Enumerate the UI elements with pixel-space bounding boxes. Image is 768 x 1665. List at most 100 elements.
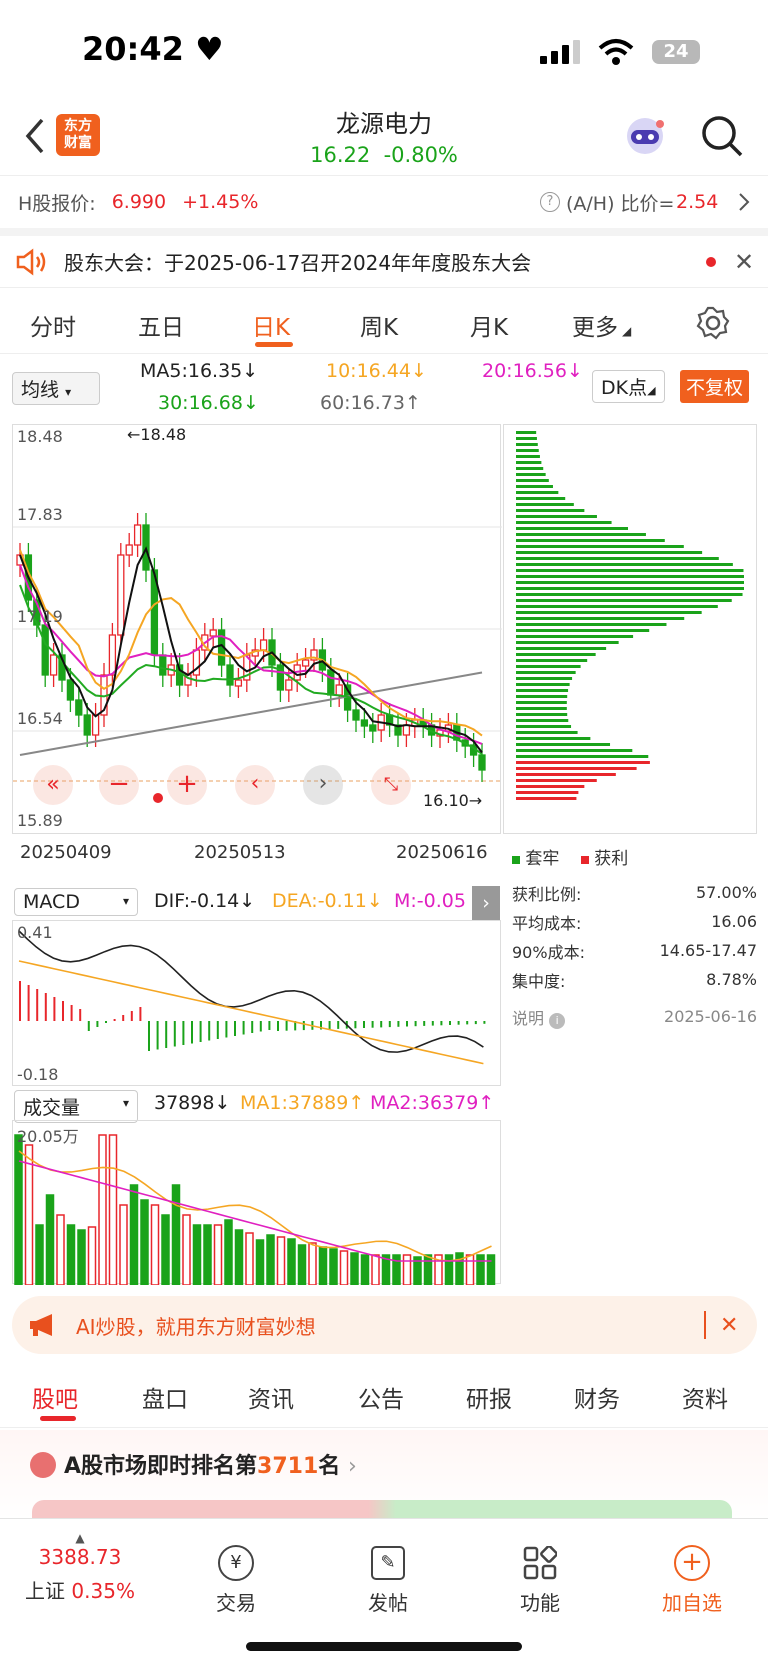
volume-bar [45,1194,55,1286]
macd-bar [380,1021,383,1028]
zoom-out-button[interactable]: − [99,765,139,805]
volume-bar [24,1144,34,1286]
chip-bar [516,599,732,602]
tab-yanbao[interactable]: 研报 [466,1380,512,1414]
y-label-4: 16.54 [17,709,63,728]
chip-bar [516,455,540,458]
robot-assistant-icon[interactable] [622,114,668,158]
tab-rik[interactable]: 日K [252,308,290,342]
macd-bar [173,1021,176,1047]
fullscreen-icon[interactable]: ⤡ [371,765,411,805]
volume-chart[interactable]: 20.05万 [12,1120,501,1286]
notice-text: 股东大会：于2025-06-17召开2024年年度股东大会 [64,251,532,275]
candle-body [301,659,310,667]
chevron-right-icon [739,193,750,211]
tab-gonggao[interactable]: 公告 [358,1380,404,1414]
dk-point-button[interactable]: DK点◢ [592,370,665,403]
chip-bars [516,431,744,800]
macd-bar [148,1021,150,1051]
nav-post[interactable]: ✎ 发帖 [328,1543,448,1616]
chip-bar [516,503,574,506]
prev-button[interactable]: ‹ [235,765,275,805]
tab-more[interactable]: 更多 ◢ [572,308,631,342]
macd-bar [96,1021,99,1027]
tab-caiwu[interactable]: 财务 [574,1380,620,1414]
settings-gear-icon[interactable] [696,306,730,340]
help-icon[interactable]: ? [540,192,560,212]
macd-bar [19,981,21,1021]
rank-bar [32,1500,732,1520]
candle-body [335,684,343,696]
close-icon[interactable]: ✕ [734,248,754,276]
fuquan-button[interactable]: 不复权 [680,370,750,403]
volume-selector[interactable]: 成交量 ▾ [14,1090,138,1123]
chip-bar [516,629,650,632]
candle-body [41,624,49,676]
macd-bar [130,1011,133,1021]
tab-fenshi[interactable]: 分时 [30,308,76,342]
chip-bar [516,737,591,740]
macd-bar [225,1021,228,1038]
unread-dot [706,256,716,267]
tab-wuri[interactable]: 五日 [138,308,184,342]
indicator-selector[interactable]: 均线 ▾ [12,372,100,405]
tab-zhouk[interactable]: 周K [360,308,398,342]
kline-chart[interactable]: 18.48 17.83 17.19 16.54 15.89 ←18.48 16.… [12,424,502,834]
meeting-notice[interactable]: 股东大会：于2025-06-17召开2024年年度股东大会 ✕ [0,228,768,288]
speaker-icon [16,248,46,275]
chip-bar [516,509,585,512]
volume-bar [119,1204,128,1286]
volume-bar [150,1204,160,1286]
nav-function[interactable]: 功能 [480,1543,600,1616]
scroll-left-fast-button[interactable]: « [33,765,73,805]
chip-bar [516,449,539,452]
macd-bar [337,1021,340,1029]
candle-body [91,714,100,736]
chip-bar [516,785,585,788]
tab-ziliao[interactable]: 资料 [682,1380,728,1414]
next-button[interactable]: › [303,765,343,805]
volume-bar [129,1184,139,1286]
macd-bar [414,1021,417,1027]
macd-bar [199,1021,202,1042]
hshare-row[interactable]: H股报价: 6.990 +1.45% ? (A/H) 比价= 2.54 [0,180,768,224]
note-row[interactable]: 说明 i 2025-06-16 [512,1002,757,1031]
macd-bar [27,985,30,1021]
volume-bar [77,1229,86,1286]
ai-banner[interactable]: AI炒股，就用东方财富妙想 ✕ [12,1296,757,1354]
tab-zixun[interactable]: 资讯 [248,1380,294,1414]
market-rank-row[interactable]: A股市场即时排名第3711名 › [0,1430,768,1520]
macd-bar [44,993,47,1021]
expand-arrow-icon[interactable]: › [472,886,500,920]
macd-bar [388,1021,391,1028]
tab-pankou[interactable]: 盘口 [142,1380,188,1414]
macd-bar [216,1021,219,1039]
stat-row: 获利比例: 57.00% [512,883,757,904]
nav-add-watchlist[interactable]: + 加自选 [632,1543,752,1616]
chip-bar [516,719,569,722]
chip-bar [516,653,596,656]
macd-selector[interactable]: MACD ▾ [14,888,138,916]
search-icon[interactable] [700,114,744,158]
macd-chart[interactable]: 0.41 -0.18 [12,920,501,1086]
zoom-in-button[interactable]: + [167,765,207,805]
tab-yuek[interactable]: 月K [470,308,508,342]
chip-bar [516,485,553,488]
macd-bar [113,1019,116,1021]
volume-bar [171,1184,181,1286]
nav-trade[interactable]: ¥ 交易 [176,1543,296,1616]
rank-text: A股市场即时排名第3711名 › [64,1454,357,1479]
macd-bar [277,1021,279,1031]
close-icon[interactable]: ✕ [720,1313,738,1338]
volume-bar [465,1254,475,1286]
index-quote[interactable]: ▲ 3388.73 上证 0.35% [20,1531,140,1604]
tab-guba[interactable]: 股吧 [32,1380,78,1414]
chip-bar [516,593,743,596]
chip-bar [516,761,650,764]
chip-bar [516,431,537,434]
dif-line [18,930,484,1053]
ma10-value: 10:16.44↓ [326,360,427,382]
stat-row: 平均成本: 16.06 [512,912,757,933]
megaphone-icon [30,1314,52,1336]
macd-bar [156,1021,159,1050]
